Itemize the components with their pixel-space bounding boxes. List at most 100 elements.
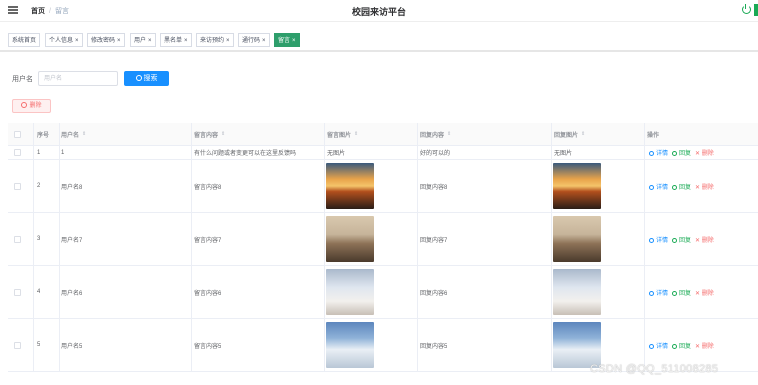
row-username: 用户名7 [61,237,83,244]
tags-bar: 系统首页 个人信息 × 修改密码 × 用户 × 黑名单 × 来访预约 × 通行码 × 留言 × [0,30,758,52]
sort-icon[interactable]: ⇕ [581,132,585,137]
row-message: 留言内容7 [194,237,222,244]
close-icon[interactable]: × [262,38,266,44]
message-image-sunset[interactable] [326,163,374,209]
sort-icon[interactable]: ⇕ [447,132,451,137]
sort-icon[interactable]: ⇕ [354,132,358,137]
detail-button[interactable]: 详情 [649,182,668,191]
delete-button[interactable]: ✕ 删除 [695,182,714,191]
row-message: 留言内容8 [194,184,222,191]
close-icon[interactable]: × [292,38,296,44]
reply-button[interactable]: 回复 [672,341,691,350]
row-username: 用户名6 [61,290,83,297]
row-message: 留言内容6 [194,290,222,297]
col-username[interactable]: 用户名 ⇕ [61,123,86,145]
row-reply: 回复内容7 [420,237,448,244]
message-image-fog[interactable] [326,269,374,315]
row-operations: 详情 回复 ✕ 删除 [649,146,714,159]
row-message: 留言内容5 [194,343,222,350]
reply-icon [672,184,678,190]
detail-button[interactable]: 详情 [649,148,668,157]
search-icon [649,343,654,349]
close-icon[interactable]: × [148,38,152,44]
row-message-image-none: 无图片 [327,151,346,157]
table-row: 3 用户名7 留言内容7 回复内容7 详情 回复 ✕ 删除 [8,213,758,266]
row-checkbox[interactable] [14,149,21,156]
detail-button[interactable]: 详情 [649,341,668,350]
row-checkbox[interactable] [14,341,21,349]
row-index: 1 [37,149,41,156]
batch-delete-button[interactable]: 删除 [12,99,51,113]
delete-button[interactable]: ✕ 删除 [695,235,714,244]
col-message[interactable]: 留言内容 ⇕ [194,123,225,145]
col-index: 序号 [37,132,50,139]
close-icon[interactable]: × [117,38,121,44]
row-reply: 回复内容5 [420,343,448,350]
col-operations: 操作 [647,132,660,139]
watermark: CSDN @QQ_511008285 [590,363,719,375]
search-button[interactable]: 搜索 [124,71,169,86]
tag-messages[interactable]: 留言 × [274,33,300,47]
detail-button[interactable]: 详情 [649,235,668,244]
username-search-input[interactable] [38,71,118,86]
row-message: 有什么问题或者变更可以在这里反馈吗 [194,151,297,157]
sort-icon[interactable]: ⇕ [221,132,225,137]
table-row: 2 用户名8 留言内容8 回复内容8 详情 回复 ✕ 删除 [8,160,758,213]
row-checkbox[interactable] [14,288,21,296]
message-image-people[interactable] [326,216,374,262]
reply-button[interactable]: 回复 [672,148,691,157]
search-icon [649,184,654,190]
tag-system-home[interactable]: 系统首页 [8,33,41,47]
row-operations: 详情 回复 ✕ 删除 [649,266,714,318]
close-icon[interactable]: × [75,38,79,44]
reply-button[interactable]: 回复 [672,182,691,191]
row-index: 4 [37,289,41,295]
tag-profile[interactable]: 个人信息 × [45,33,83,47]
delete-button[interactable]: ✕ 删除 [695,148,714,157]
table-row: 1 1 有什么问题或者变更可以在这里反馈吗 无图片 好的可以的 无图片 详情 回… [8,146,758,160]
row-operations: 详情 回复 ✕ 删除 [649,213,714,265]
row-username: 1 [61,149,65,156]
row-username: 用户名5 [61,343,83,350]
app-title: 校园来访平台 [351,7,406,17]
reply-icon [672,290,678,296]
reply-icon [672,151,678,156]
row-checkbox[interactable] [14,182,21,190]
delete-button[interactable]: ✕ 删除 [695,288,714,297]
row-operations: 详情 回复 ✕ 删除 [649,160,714,212]
reply-image-people[interactable] [553,216,601,262]
search-icon [649,237,654,243]
message-image-snow[interactable] [326,322,374,368]
select-all-checkbox[interactable] [14,130,21,138]
search-icon [649,290,654,296]
close-icon[interactable]: × [184,38,188,44]
row-reply: 好的可以的 [420,151,451,157]
delete-circle-icon [21,102,28,108]
close-icon[interactable]: × [226,38,230,44]
sort-icon[interactable]: ⇕ [82,132,86,137]
col-reply[interactable]: 回复内容 ⇕ [420,123,451,145]
top-header: 首页 / 留言 校园来访平台 [0,0,758,22]
col-message-image[interactable]: 留言图片 ⇕ [327,123,358,145]
tag-users[interactable]: 用户 × [130,33,156,47]
row-reply: 回复内容6 [420,290,448,297]
reply-image-sunset[interactable] [553,163,601,209]
reply-image-snow[interactable] [553,322,601,368]
tag-blacklist[interactable]: 黑名单 × [160,33,192,47]
reply-button[interactable]: 回复 [672,235,691,244]
power-icon[interactable] [742,3,751,14]
tag-change-password[interactable]: 修改密码 × [87,33,125,47]
delete-button[interactable]: ✕ 删除 [695,341,714,350]
row-reply: 回复内容8 [420,184,448,191]
reply-icon [672,237,678,243]
tag-pass-code[interactable]: 通行码 × [238,33,270,47]
row-index: 3 [37,236,41,242]
reply-image-fog[interactable] [553,269,601,315]
table-row: 4 用户名6 留言内容6 回复内容6 详情 回复 ✕ 删除 [8,266,758,319]
search-icon [649,151,654,156]
tag-visit-appointment[interactable]: 来访预约 × [196,33,234,47]
reply-button[interactable]: 回复 [672,288,691,297]
row-checkbox[interactable] [14,235,21,243]
col-reply-image[interactable]: 回复图片 ⇕ [554,123,585,145]
detail-button[interactable]: 详情 [649,288,668,297]
